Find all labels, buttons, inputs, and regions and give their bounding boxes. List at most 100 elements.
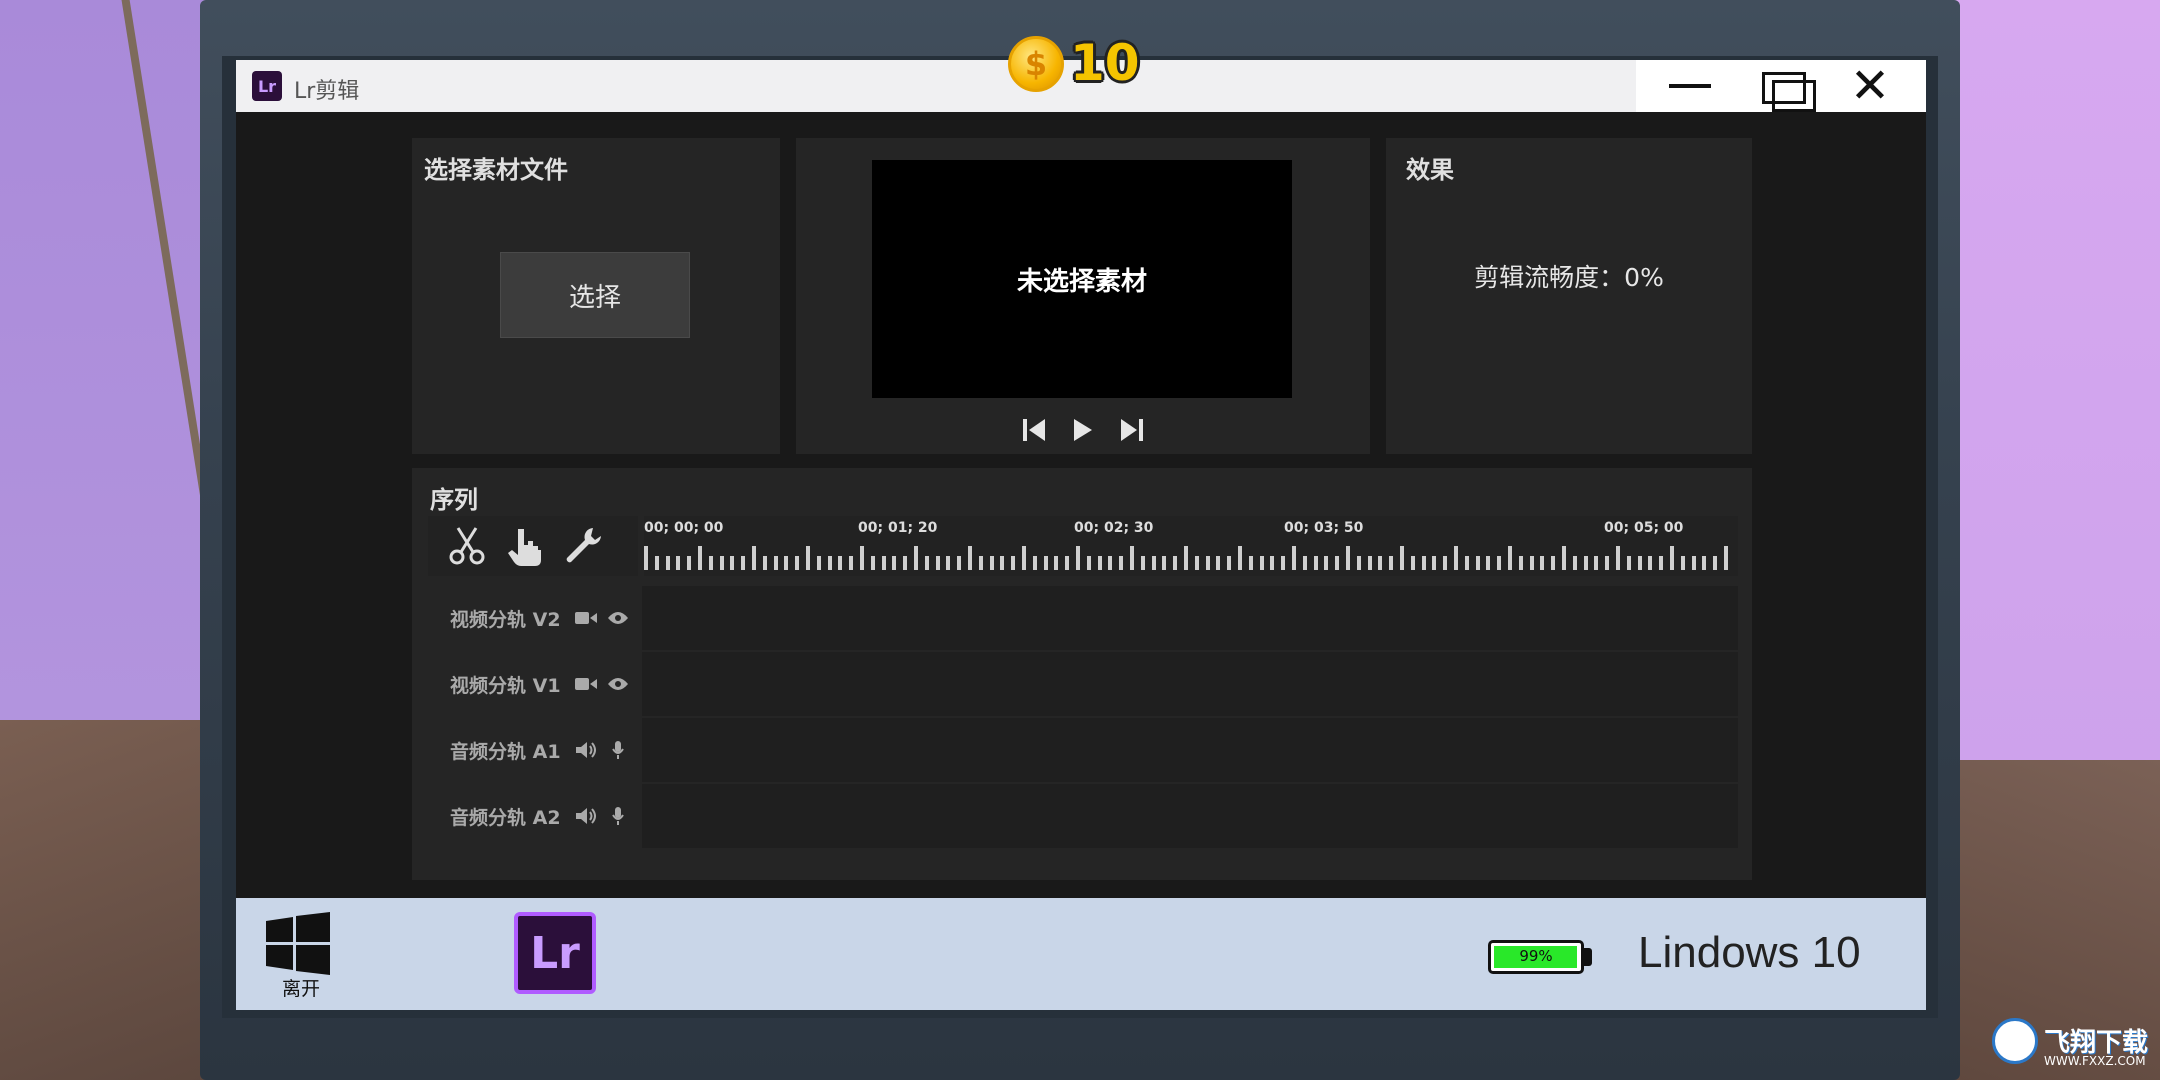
speaker-icon bbox=[576, 808, 596, 824]
ruler-tick bbox=[957, 556, 962, 570]
track-header: 视频分轨 V2 bbox=[428, 586, 642, 650]
ruler-tick bbox=[924, 556, 929, 570]
ruler-tick bbox=[654, 556, 659, 570]
scissors-tool[interactable] bbox=[446, 523, 488, 569]
ruler-tick bbox=[1011, 556, 1016, 570]
ruler-tick bbox=[1605, 556, 1610, 570]
ruler-tick bbox=[1259, 556, 1264, 570]
ruler-tick bbox=[816, 556, 821, 570]
ruler-tick bbox=[1648, 556, 1653, 570]
skip-back-button[interactable] bbox=[1020, 415, 1050, 445]
ruler-tick bbox=[1367, 556, 1372, 570]
ruler-tick bbox=[1086, 556, 1091, 570]
ruler-tick bbox=[1486, 556, 1491, 570]
ruler-tick bbox=[1194, 556, 1199, 570]
hand-tool[interactable] bbox=[504, 523, 546, 569]
ruler-tick bbox=[1529, 556, 1534, 570]
ruler-tick bbox=[1410, 556, 1415, 570]
ruler-tick bbox=[1248, 556, 1253, 570]
skip-forward-button[interactable] bbox=[1116, 415, 1146, 445]
watermark-url: WWW.FXXZ.COM bbox=[2044, 1054, 2146, 1068]
ruler-tick bbox=[1054, 556, 1059, 570]
track-row[interactable]: 视频分轨 V2 bbox=[428, 586, 1738, 650]
ruler-tick bbox=[1173, 556, 1178, 570]
ruler-tick bbox=[1022, 546, 1026, 570]
ruler-tick bbox=[881, 556, 886, 570]
timeline-ruler[interactable]: 00; 00; 00 00; 01; 20 00; 02; 30 00; 03;… bbox=[644, 516, 1738, 576]
camera-icon bbox=[575, 678, 597, 690]
mic-toggle[interactable] bbox=[606, 804, 630, 828]
microphone-icon bbox=[612, 741, 624, 759]
ruler-tick bbox=[1540, 556, 1545, 570]
ruler-tick bbox=[892, 556, 897, 570]
ruler-tick bbox=[860, 546, 864, 570]
ruler-tick bbox=[1389, 556, 1394, 570]
track-row[interactable]: 音频分轨 A2 bbox=[428, 784, 1738, 848]
no-material-text: 未选择素材 bbox=[1016, 266, 1147, 297]
mic-toggle[interactable] bbox=[606, 738, 630, 762]
ruler-tick bbox=[1076, 546, 1080, 570]
windows-logo-icon bbox=[266, 912, 330, 975]
ruler-tick bbox=[849, 556, 854, 570]
ruler-tick bbox=[752, 546, 756, 570]
leave-label: 离开 bbox=[282, 978, 321, 1000]
window-controls: ✕ bbox=[1636, 60, 1926, 112]
ruler-tick bbox=[1508, 546, 1512, 570]
track-row[interactable]: 音频分轨 A1 bbox=[428, 718, 1738, 782]
ruler-tick bbox=[1356, 556, 1361, 570]
ruler-tick bbox=[1216, 556, 1221, 570]
ruler-tick bbox=[1032, 556, 1037, 570]
track-row[interactable]: 视频分轨 V1 bbox=[428, 652, 1738, 716]
ruler-tick bbox=[708, 556, 713, 570]
lr-taskbar-app[interactable]: Lr bbox=[514, 912, 596, 994]
ruler-tick bbox=[1432, 556, 1437, 570]
ruler-tick bbox=[719, 556, 724, 570]
ruler-tick bbox=[795, 556, 800, 570]
battery-indicator: 99% bbox=[1488, 940, 1584, 974]
close-button[interactable]: ✕ bbox=[1840, 58, 1900, 114]
ruler-tick bbox=[773, 556, 778, 570]
editor-window: Lr Lr剪辑 ✕ 选择素材文件 选择 未选择素材 效果 剪辑流畅度：0% 序列… bbox=[236, 60, 1926, 898]
track-header: 音频分轨 A1 bbox=[428, 718, 642, 782]
ruler-label: 00; 01; 20 bbox=[858, 520, 938, 536]
ruler-tick bbox=[1065, 556, 1070, 570]
ruler-tick bbox=[784, 556, 789, 570]
ruler-tick bbox=[1335, 556, 1340, 570]
minimize-button[interactable] bbox=[1660, 66, 1720, 106]
ruler-tick bbox=[1227, 556, 1232, 570]
app-logo: Lr bbox=[252, 71, 282, 101]
ruler-tick bbox=[1443, 556, 1448, 570]
ruler-tick bbox=[665, 556, 670, 570]
close-icon: ✕ bbox=[1849, 58, 1891, 114]
battery-tip bbox=[1584, 948, 1592, 966]
taskbar: 离开 Lr 99% Lindows 10 bbox=[236, 898, 1926, 1010]
ruler-tick bbox=[1702, 556, 1707, 570]
camera-toggle[interactable] bbox=[574, 672, 598, 696]
ruler-tick bbox=[644, 546, 648, 570]
camera-toggle[interactable] bbox=[574, 606, 598, 630]
window-title: Lr剪辑 bbox=[294, 79, 360, 104]
ruler-tick bbox=[698, 546, 702, 570]
ruler-tick bbox=[1572, 556, 1577, 570]
ruler-tick bbox=[1043, 556, 1048, 570]
ruler-tick bbox=[1454, 546, 1458, 570]
visibility-toggle[interactable] bbox=[606, 672, 630, 696]
watermark-logo-icon bbox=[1992, 1018, 2038, 1064]
ruler-tick bbox=[989, 556, 994, 570]
ruler-tick bbox=[1000, 556, 1005, 570]
select-button[interactable]: 选择 bbox=[500, 252, 690, 338]
ruler-tick bbox=[1680, 556, 1685, 570]
ruler-tick bbox=[914, 546, 918, 570]
ruler-tick bbox=[1518, 556, 1523, 570]
play-button[interactable] bbox=[1068, 415, 1098, 445]
ruler-label: 00; 00; 00 bbox=[644, 520, 724, 536]
speaker-toggle[interactable] bbox=[574, 804, 598, 828]
maximize-button[interactable] bbox=[1750, 66, 1816, 112]
track-label: 音频分轨 A1 bbox=[450, 740, 561, 763]
skip-forward-icon bbox=[1121, 419, 1143, 441]
speaker-toggle[interactable] bbox=[574, 738, 598, 762]
ruler-tick bbox=[978, 556, 983, 570]
ruler-tick bbox=[1583, 556, 1588, 570]
wrench-tool[interactable] bbox=[562, 523, 604, 569]
visibility-toggle[interactable] bbox=[606, 606, 630, 630]
